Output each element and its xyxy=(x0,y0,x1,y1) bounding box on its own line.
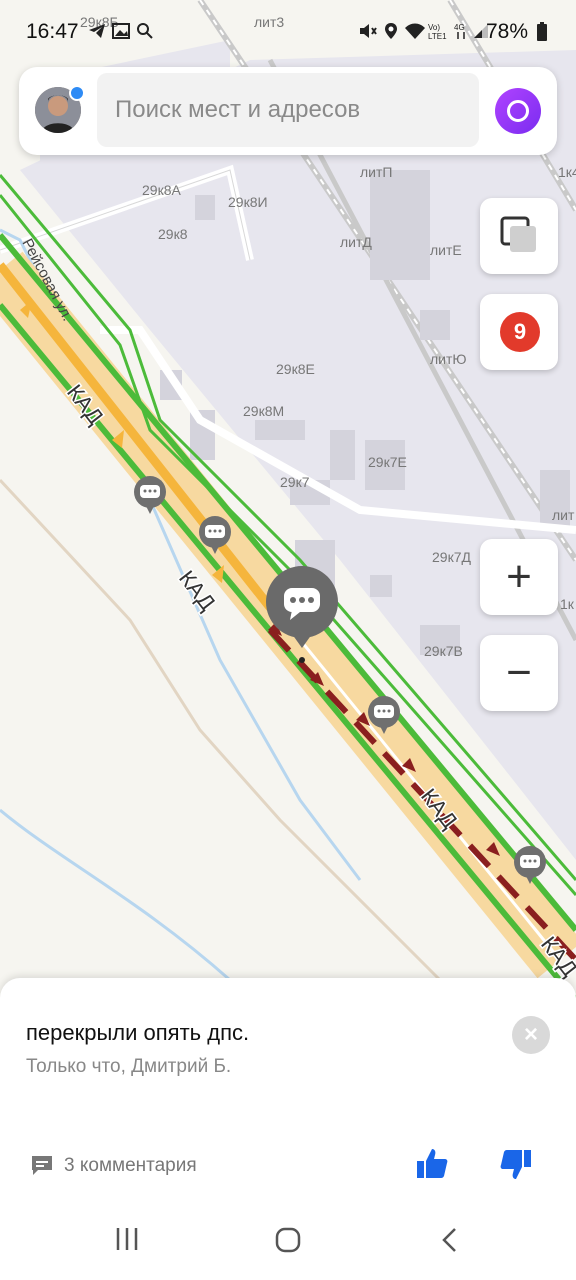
zoom-out-button[interactable]: − xyxy=(480,635,558,711)
comment-icon xyxy=(32,1156,52,1175)
search-icon xyxy=(137,23,153,39)
map-label: 29к7Д xyxy=(432,549,471,565)
map-label: литЮ xyxy=(430,351,467,367)
map-label: литД xyxy=(340,234,372,250)
volte-icon: Vo)LTE1 xyxy=(428,23,447,40)
search-bar: Поиск мест и адресов xyxy=(19,67,557,155)
search-placeholder: Поиск мест и адресов xyxy=(115,96,361,123)
battery-percent: 78% xyxy=(485,20,528,43)
map-label: 29к8Е xyxy=(276,361,315,377)
map-label: 29к8И xyxy=(228,194,268,210)
map-label: 29к7В xyxy=(424,643,463,659)
map-label: 29к8А xyxy=(142,182,181,198)
alice-voice-assistant-icon[interactable] xyxy=(495,88,541,134)
close-icon: × xyxy=(523,1021,538,1048)
status-time: 16:47 xyxy=(26,20,79,43)
event-message: перекрыли опять дпс. xyxy=(26,1020,250,1045)
gallery-icon xyxy=(112,23,130,39)
search-input[interactable]: Поиск мест и адресов xyxy=(97,73,479,147)
comments-count: 3 комментария xyxy=(64,1155,197,1176)
recent-apps-icon[interactable] xyxy=(114,1226,140,1252)
system-nav-bar xyxy=(0,1200,576,1280)
map-label: 29к7 xyxy=(280,474,310,490)
location-icon xyxy=(385,23,397,39)
battery-icon xyxy=(537,22,547,41)
svg-text:4G: 4G xyxy=(454,23,465,32)
traffic-level-badge: 9 xyxy=(500,312,540,352)
traffic-button[interactable]: 9 xyxy=(480,294,558,370)
telegram-icon xyxy=(89,24,105,38)
map-label: литЕ xyxy=(430,242,462,258)
home-icon[interactable] xyxy=(274,1226,302,1254)
minus-icon: − xyxy=(506,648,532,697)
layers-icon xyxy=(500,216,536,252)
layers-button[interactable] xyxy=(480,198,558,274)
map-label: 1к4 xyxy=(558,164,576,180)
comments-link[interactable]: 3 комментария xyxy=(30,1154,197,1182)
map-label: 1к xyxy=(560,596,575,612)
map-label: 29к8 xyxy=(158,226,188,242)
svg-text:Vo): Vo) xyxy=(428,23,440,32)
event-meta: Только что, Дмитрий Б. xyxy=(26,1056,232,1077)
notification-dot xyxy=(69,85,85,101)
back-icon[interactable] xyxy=(438,1226,462,1254)
thumbs-down-icon[interactable] xyxy=(498,1146,534,1182)
map-label: литП xyxy=(360,164,392,180)
wifi-icon xyxy=(405,23,425,39)
close-button[interactable]: × xyxy=(512,1016,550,1054)
mute-icon xyxy=(360,24,377,38)
plus-icon: + xyxy=(506,552,532,601)
map-label: 29к7Е xyxy=(368,454,407,470)
status-bar: 16:47 Vo) LTE1 4G 78% xyxy=(0,0,576,66)
map-label: 29к8М xyxy=(243,403,284,419)
svg-text:LTE1: LTE1 xyxy=(428,32,447,40)
data-4g-icon: 4G xyxy=(454,23,465,39)
map-label: лит xyxy=(552,507,575,523)
thumbs-up-icon[interactable] xyxy=(414,1146,450,1182)
zoom-in-button[interactable]: + xyxy=(480,539,558,615)
